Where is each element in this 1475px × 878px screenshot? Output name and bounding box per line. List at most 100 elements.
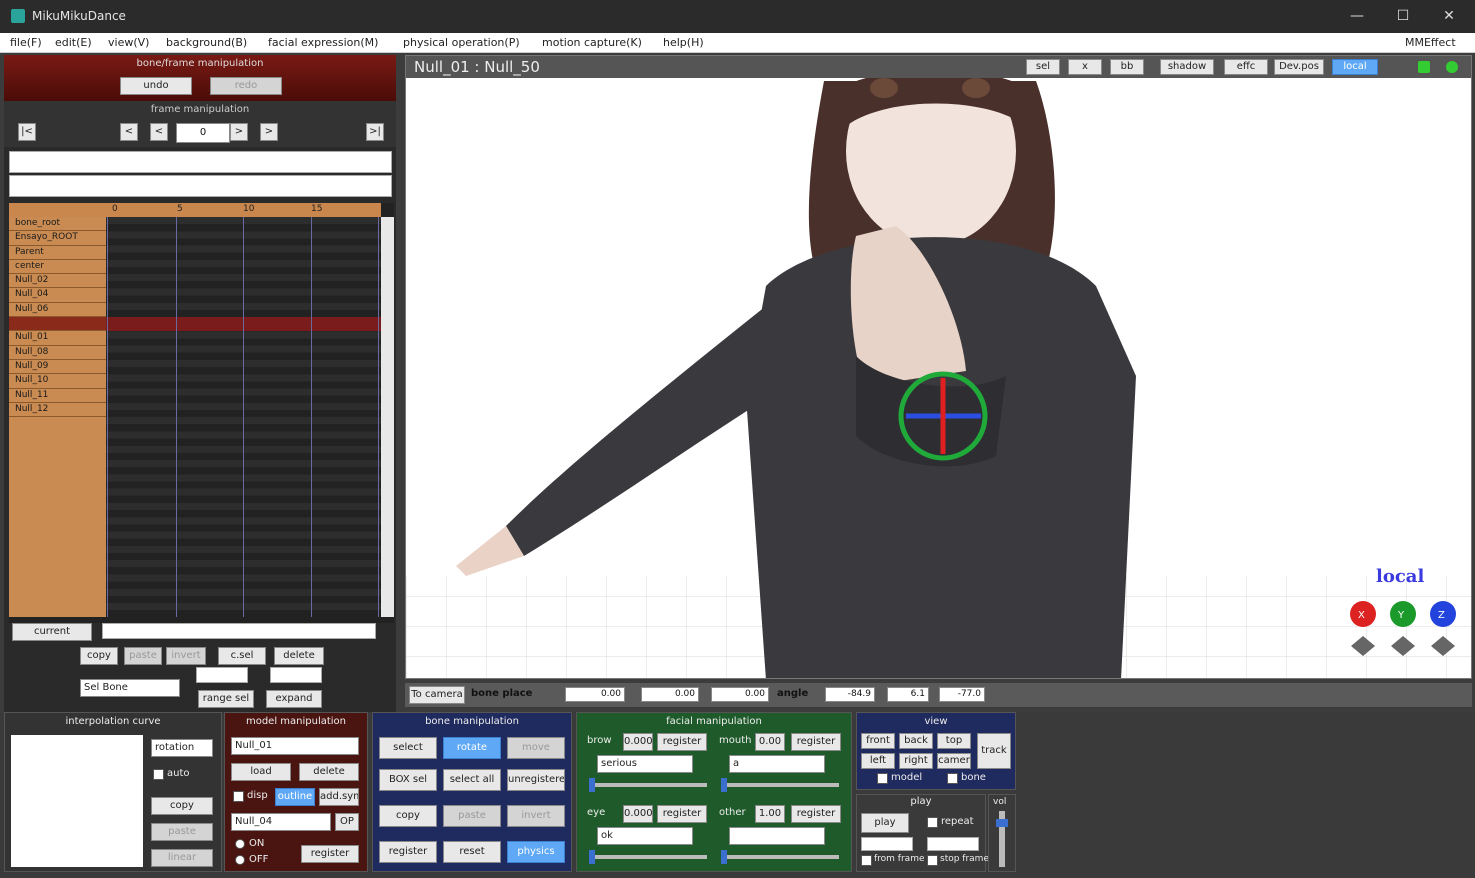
view-left-button[interactable]: left	[861, 753, 895, 769]
view-right-button[interactable]: right	[899, 753, 933, 769]
play-button[interactable]: play	[861, 813, 909, 833]
bone-reset-button[interactable]: reset	[443, 841, 501, 863]
local-button[interactable]: local	[1332, 59, 1378, 75]
bone-row[interactable]: Null_09	[9, 360, 106, 375]
bone-row[interactable]: Null_10	[9, 374, 106, 389]
next-key-button[interactable]: >	[260, 123, 278, 141]
redo-button[interactable]: redo	[210, 77, 282, 95]
bone-invert-button[interactable]: invert	[507, 805, 565, 827]
bone-row[interactable]: Parent	[9, 246, 106, 260]
bone-row[interactable]: Null_11	[9, 389, 106, 403]
view-back-button[interactable]: back	[899, 733, 933, 749]
interpolation-type-select[interactable]: rotation	[151, 739, 213, 757]
horizontal-scrollbar[interactable]	[102, 623, 376, 639]
menu-mmeffect[interactable]: MMEffect	[1405, 36, 1456, 49]
op-button[interactable]: OP	[335, 813, 359, 831]
slider-knob[interactable]	[589, 778, 595, 792]
menu-facial-expression[interactable]: facial expression(M)	[268, 36, 378, 49]
bone-move-button[interactable]: move	[507, 737, 565, 759]
prev-key-button[interactable]: <	[120, 123, 138, 141]
off-radio[interactable]	[235, 855, 245, 865]
pos-z-input[interactable]: 0.00	[711, 687, 769, 702]
from-frame-checkbox[interactable]	[861, 855, 872, 866]
range-start-input[interactable]	[196, 667, 248, 683]
bone-select-button[interactable]: select	[379, 737, 437, 759]
mouth-register-button[interactable]: register	[791, 733, 841, 751]
eye-slider[interactable]	[589, 850, 707, 864]
paste-frame-button[interactable]: paste	[124, 647, 162, 665]
mouth-morph-select[interactable]: a	[729, 755, 825, 773]
model-load-button[interactable]: load	[231, 763, 291, 781]
range-end-input[interactable]	[270, 667, 322, 683]
model-register-button[interactable]: register	[301, 845, 359, 863]
other-register-button[interactable]: register	[791, 805, 841, 823]
dev-pos-button[interactable]: Dev.pos	[1274, 59, 1324, 75]
brow-morph-select[interactable]: serious	[597, 755, 693, 773]
sel-button[interactable]: sel	[1026, 59, 1060, 75]
model-checkbox[interactable]	[877, 773, 888, 784]
bone-name-box[interactable]	[9, 175, 392, 197]
interp-copy-button[interactable]: copy	[151, 797, 213, 815]
view-front-button[interactable]: front	[861, 733, 895, 749]
brow-register-button[interactable]: register	[657, 733, 707, 751]
bone-row[interactable]: Null_04	[9, 288, 106, 303]
repeat-checkbox[interactable]	[927, 817, 938, 828]
track-button[interactable]: track	[977, 733, 1011, 769]
menu-view[interactable]: view(V)	[108, 36, 149, 49]
disp-checkbox[interactable]	[233, 791, 244, 802]
bone-select-dropdown[interactable]: Sel Bone	[80, 679, 180, 697]
prev-frame-button[interactable]: <	[150, 123, 168, 141]
bone-row[interactable]: bone_root	[9, 217, 106, 232]
bone-copy-button[interactable]: copy	[379, 805, 437, 827]
undo-button[interactable]: undo	[120, 77, 192, 95]
next-frame-button[interactable]: >	[230, 123, 248, 141]
expand-button[interactable]: expand	[266, 690, 322, 708]
interp-linear-button[interactable]: linear	[151, 849, 213, 867]
slider-knob[interactable]	[721, 850, 727, 864]
slider-knob[interactable]	[589, 850, 595, 864]
to-camera-button[interactable]: To camera	[409, 686, 465, 704]
menu-physical-operation[interactable]: physical operation(P)	[403, 36, 520, 49]
timeline[interactable]: 0 5 10 15 bone_root Ensayo_ROOT Parent c…	[9, 203, 394, 623]
copy-frame-button[interactable]: copy	[80, 647, 118, 665]
first-frame-button[interactable]: |<	[18, 123, 36, 141]
bone-row[interactable]: Null_02	[9, 274, 106, 289]
keyframe-grid[interactable]	[106, 217, 381, 617]
bone-row[interactable]: Ensayo_ROOT	[9, 231, 106, 246]
view-camera-button[interactable]: camer	[937, 753, 971, 769]
bb-button[interactable]: bb	[1110, 59, 1144, 75]
model-select[interactable]: Null_01	[231, 737, 359, 755]
bone-register-button[interactable]: register	[379, 841, 437, 863]
interp-paste-button[interactable]: paste	[151, 823, 213, 841]
invert-paste-button[interactable]: invert	[166, 647, 206, 665]
mouth-value-input[interactable]: 0.00	[755, 733, 785, 751]
volume-slider[interactable]	[996, 811, 1008, 867]
brow-value-input[interactable]: 0.000	[623, 733, 653, 751]
pos-y-input[interactable]: 0.00	[641, 687, 699, 702]
physics-button[interactable]: physics	[507, 841, 565, 863]
unregistered-button[interactable]: unregistered	[507, 769, 565, 791]
last-frame-button[interactable]: >|	[366, 123, 384, 141]
maximize-button[interactable]: ☐	[1388, 6, 1418, 26]
frame-number-input[interactable]: 0	[176, 123, 230, 143]
current-button[interactable]: current	[12, 623, 92, 641]
auto-checkbox[interactable]	[153, 769, 164, 780]
angle-y-input[interactable]: 6.1	[887, 687, 929, 702]
timeline-scrollbar[interactable]	[381, 217, 394, 617]
bone-checkbox[interactable]	[947, 773, 958, 784]
from-frame-input[interactable]	[861, 837, 913, 851]
add-symm-button[interactable]: add.symm	[319, 788, 359, 806]
angle-z-input[interactable]: -77.0	[939, 687, 985, 702]
view-top-button[interactable]: top	[937, 733, 971, 749]
range-select-button[interactable]: range sel	[198, 690, 254, 708]
other-slider[interactable]	[721, 850, 839, 864]
bone-row[interactable]: Null_12	[9, 403, 106, 418]
column-select-button[interactable]: c.sel	[218, 647, 266, 665]
angle-x-input[interactable]: -84.9	[825, 687, 875, 702]
eye-morph-select[interactable]: ok	[597, 827, 693, 845]
menu-background[interactable]: background(B)	[166, 36, 247, 49]
other-morph-select[interactable]	[729, 827, 825, 845]
box-select-button[interactable]: BOX sel	[379, 769, 437, 791]
menu-motion-capture[interactable]: motion capture(K)	[542, 36, 642, 49]
stop-frame-input[interactable]	[927, 837, 979, 851]
